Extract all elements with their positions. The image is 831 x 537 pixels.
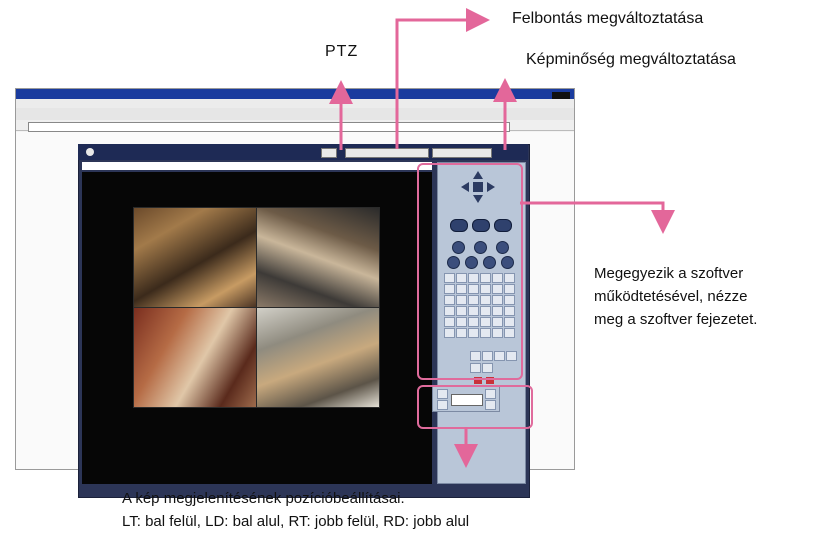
label-software: Megegyezik a szoftver működtetésével, né…: [594, 262, 829, 331]
arrow-resolution: [395, 8, 490, 149]
label-ptz: PTZ: [325, 43, 359, 60]
label-position: A kép megjelenítésének pozícióbeállítása…: [122, 487, 469, 533]
position-line-2: LT: bal felül, LD: bal alul, RT: jobb fe…: [122, 513, 470, 530]
software-line-3: meg a szoftver fejezetet.: [594, 311, 758, 328]
software-line-1: Megegyezik a szoftver: [594, 265, 744, 282]
label-resolution: Felbontás megváltoztatása: [512, 10, 704, 27]
label-quality: Képminőség megváltoztatása: [526, 51, 736, 68]
position-line-1: A kép megjelenítésének pozícióbeállítása…: [122, 490, 405, 507]
software-line-2: működtetésével, nézze: [594, 288, 748, 305]
arrow-panel: [520, 201, 675, 234]
